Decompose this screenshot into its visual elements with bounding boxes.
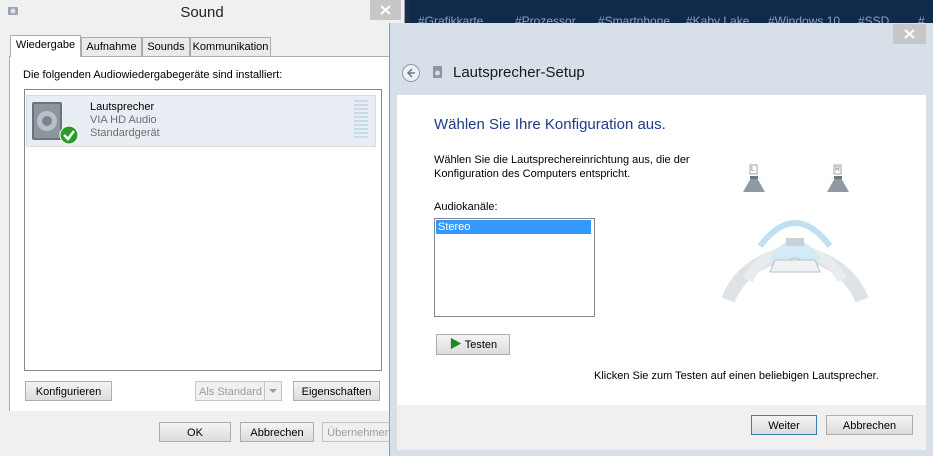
device-driver: VIA HD Audio (90, 114, 157, 126)
volume-level-meter (354, 100, 368, 138)
sound-dialog-title: Sound (180, 4, 224, 21)
tab-kommunikation[interactable]: Kommunikation (190, 37, 271, 56)
close-icon (904, 29, 915, 39)
test-button-label: Testen (464, 339, 498, 351)
setup-cancel-button[interactable]: Abbrechen (826, 415, 913, 435)
right-speaker-icon[interactable] (825, 176, 851, 194)
left-speaker-icon[interactable] (741, 176, 767, 194)
arrow-left-icon (406, 68, 415, 78)
channels-label: Audiokanäle: (434, 201, 498, 213)
channel-item-stereo[interactable]: Stereo (436, 220, 591, 234)
setup-heading: Wählen Sie Ihre Konfiguration aus. (434, 116, 666, 133)
tab-aufnahme[interactable]: Aufnahme (81, 37, 142, 56)
set-default-label: Als Standard (199, 386, 262, 398)
configure-button[interactable]: Konfigurieren (25, 381, 112, 401)
tab-sounds[interactable]: Sounds (142, 37, 190, 56)
left-speaker-label: L (751, 166, 755, 173)
device-status: Standardgerät (90, 127, 160, 139)
close-button[interactable] (370, 0, 401, 20)
test-hint: Klicken Sie zum Testen auf einen beliebi… (594, 370, 879, 382)
test-button[interactable]: Testen (436, 334, 510, 355)
device-name: Lautsprecher (90, 101, 155, 113)
close-icon (380, 5, 391, 15)
setup-close-button[interactable] (893, 24, 926, 44)
tab-wiedergabe[interactable]: Wiedergabe (10, 35, 81, 57)
ok-button[interactable]: OK (159, 422, 231, 442)
speaker-setup-icon (433, 66, 442, 78)
back-button[interactable] (402, 64, 420, 82)
setup-description: Wählen Sie die Lautsprechereinrichtung a… (434, 154, 690, 180)
devices-heading: Die folgenden Audiowiedergabegeräte sind… (23, 69, 283, 81)
apply-button[interactable]: Übernehmen (322, 422, 396, 442)
right-speaker-label: R (835, 166, 841, 173)
properties-button[interactable]: Eigenschaften (293, 381, 380, 401)
setup-title: Lautsprecher-Setup (453, 64, 585, 81)
next-button[interactable]: Weiter (751, 415, 817, 435)
cancel-button[interactable]: Abbrechen (240, 422, 314, 442)
set-default-button[interactable]: Als Standard (195, 381, 282, 401)
chevron-down-icon[interactable] (264, 382, 281, 400)
checkmark-icon (59, 125, 79, 145)
play-icon (450, 337, 461, 350)
